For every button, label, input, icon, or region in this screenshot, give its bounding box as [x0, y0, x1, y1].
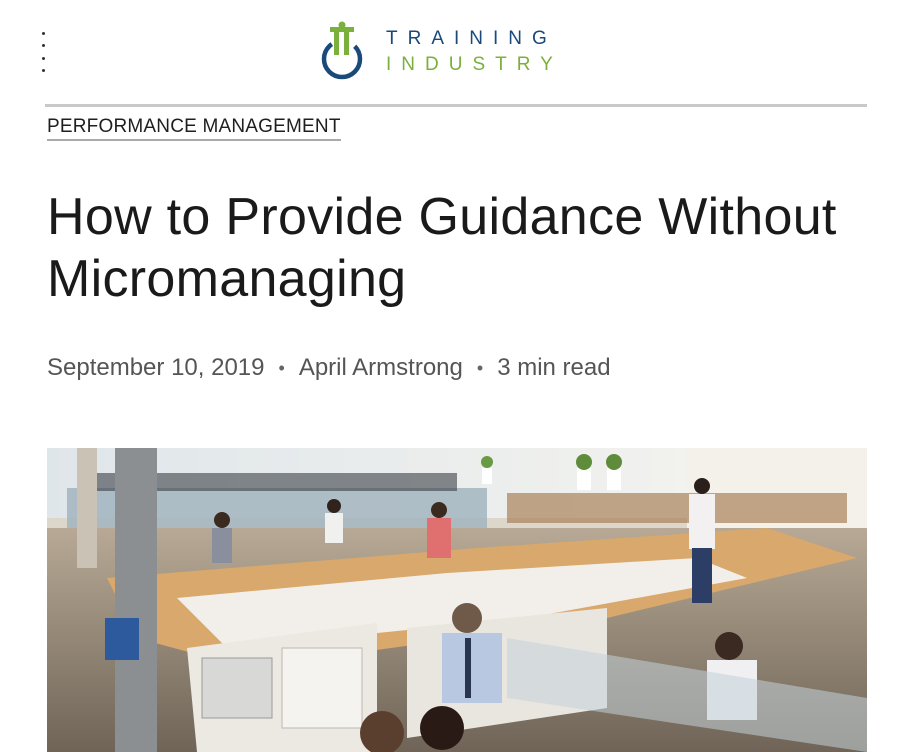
office-photo-illustration: [47, 448, 867, 752]
meta-separator: •: [476, 357, 484, 378]
logo-text-training: TRAINING: [386, 28, 557, 49]
hero-image: [47, 448, 867, 752]
menu-dots-icon[interactable]: [42, 32, 48, 72]
read-time: 3 min read: [497, 354, 611, 381]
meta-separator: •: [278, 357, 285, 378]
logo-mark-icon: [321, 21, 363, 80]
category-link[interactable]: PERFORMANCE MANAGEMENT: [47, 116, 341, 141]
logo-text-industry: INDUSTRY: [386, 54, 563, 75]
header-divider: [45, 104, 867, 107]
article-meta: September 10, 2019 • April Armstrong • 3…: [47, 354, 611, 382]
training-industry-logo[interactable]: TRAINING INDUSTRY: [320, 20, 563, 84]
author-link[interactable]: April Armstrong: [299, 354, 463, 382]
publish-date: September 10, 2019: [47, 354, 265, 381]
article-title: How to Provide Guidance Without Microman…: [47, 188, 837, 308]
